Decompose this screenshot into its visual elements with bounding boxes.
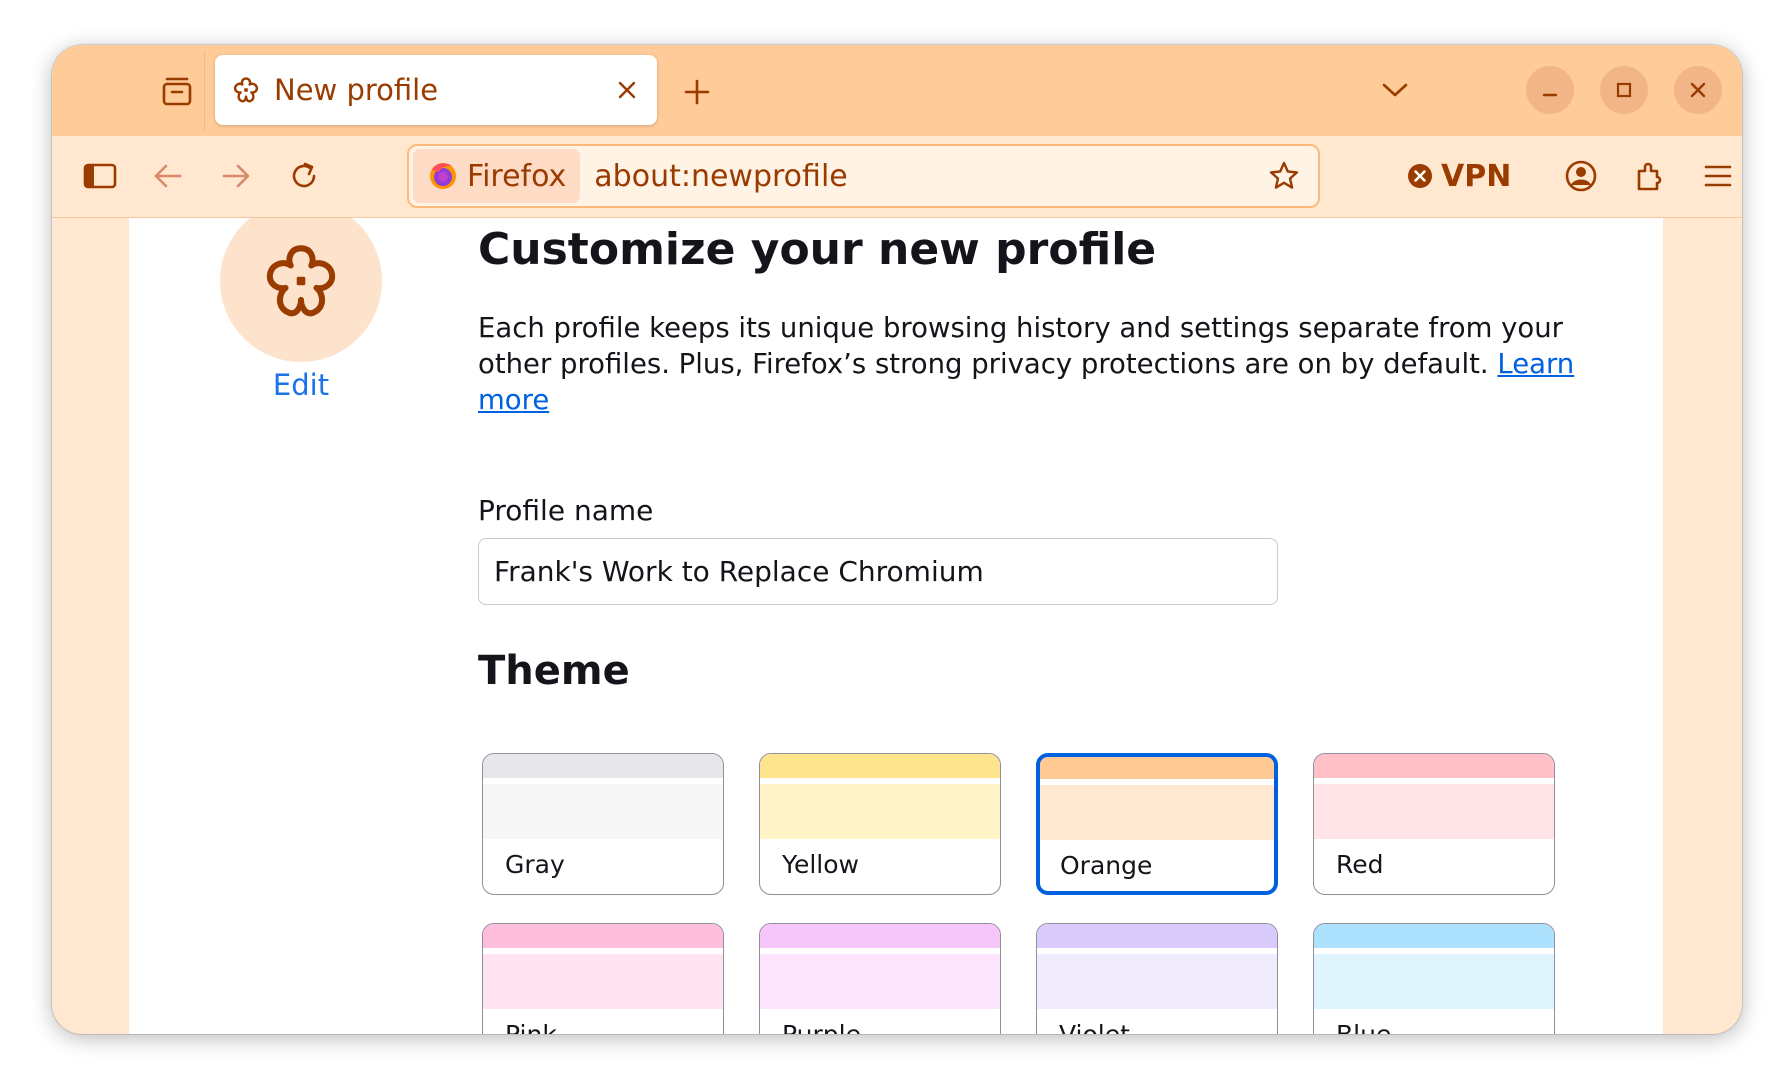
- close-icon[interactable]: [605, 68, 649, 112]
- theme-swatch-label: Purple: [782, 1020, 861, 1034]
- vpn-label: VPN: [1441, 158, 1512, 194]
- theme-swatch-label: Gray: [505, 850, 565, 879]
- hamburger-menu-icon[interactable]: [1692, 150, 1742, 202]
- theme-swatch-purple[interactable]: Purple: [759, 923, 1001, 1034]
- firefox-logo-icon: [430, 163, 456, 189]
- theme-frame-preview: [483, 754, 723, 778]
- navigation-toolbar: Firefox about:newprofile VPN: [52, 136, 1742, 218]
- sidebar-icon[interactable]: [74, 150, 126, 202]
- edit-avatar-link[interactable]: Edit: [230, 368, 372, 402]
- flower-icon: [230, 74, 262, 106]
- url-input[interactable]: about:newprofile: [594, 159, 1260, 194]
- theme-frame-preview: [1037, 924, 1277, 948]
- theme-swatch-label: Violet: [1059, 1020, 1130, 1034]
- theme-swatch-gray[interactable]: Gray: [482, 753, 724, 895]
- forward-arrow-icon[interactable]: [210, 150, 262, 202]
- description-text: Each profile keeps its unique browsing h…: [478, 312, 1563, 380]
- page-content: Edit Customize your new profile Each pro…: [129, 218, 1663, 1034]
- star-icon[interactable]: [1260, 152, 1308, 200]
- theme-swatch-red[interactable]: Red: [1313, 753, 1555, 895]
- chevron-down-icon[interactable]: [1370, 67, 1420, 113]
- tab-strip: New profile: [52, 45, 1742, 136]
- theme-toolbar-preview: [483, 784, 723, 839]
- identity-label: Firefox: [467, 158, 567, 194]
- back-arrow-icon[interactable]: [142, 150, 194, 202]
- theme-swatch-blue[interactable]: Blue: [1313, 923, 1555, 1034]
- theme-toolbar-preview: [483, 954, 723, 1009]
- theme-toolbar-preview: [1040, 785, 1274, 840]
- plus-icon[interactable]: [672, 67, 722, 117]
- identity-box[interactable]: Firefox: [413, 149, 581, 203]
- theme-frame-preview: [483, 924, 723, 948]
- theme-swatch-label: Yellow: [782, 850, 859, 879]
- vpn-off-icon: [1408, 164, 1432, 188]
- theme-frame-preview: [760, 924, 1000, 948]
- flower-icon: [266, 245, 336, 317]
- page-description: Each profile keeps its unique browsing h…: [478, 310, 1578, 418]
- theme-toolbar-preview: [760, 954, 1000, 1009]
- theme-toolbar-preview: [760, 784, 1000, 839]
- tab-overview-icon[interactable]: [147, 68, 207, 114]
- account-icon[interactable]: [1555, 150, 1607, 202]
- tab-new-profile[interactable]: New profile: [215, 55, 657, 125]
- theme-toolbar-preview: [1314, 954, 1554, 1009]
- tab-separator: [204, 51, 205, 131]
- theme-toolbar-preview: [1314, 784, 1554, 839]
- tab-title: New profile: [274, 73, 439, 107]
- avatar[interactable]: [220, 218, 382, 362]
- reload-icon[interactable]: [278, 150, 330, 202]
- theme-frame-preview: [1314, 754, 1554, 778]
- vpn-button[interactable]: VPN: [1407, 154, 1511, 198]
- close-icon[interactable]: [1674, 66, 1722, 114]
- profile-name-input[interactable]: [478, 538, 1278, 605]
- url-bar[interactable]: Firefox about:newprofile: [407, 144, 1320, 208]
- theme-swatch-orange[interactable]: Orange: [1036, 753, 1278, 895]
- theme-swatch-yellow[interactable]: Yellow: [759, 753, 1001, 895]
- theme-frame-preview: [1314, 924, 1554, 948]
- browser-window: New profile Firefox about:newprofile VPN…: [52, 45, 1742, 1034]
- theme-frame-preview: [760, 754, 1000, 778]
- minimize-icon[interactable]: [1526, 66, 1574, 114]
- page-title: Customize your new profile: [478, 224, 1157, 275]
- theme-swatch-violet[interactable]: Violet: [1036, 923, 1278, 1034]
- theme-swatch-label: Red: [1336, 850, 1384, 879]
- theme-toolbar-preview: [1037, 954, 1277, 1009]
- maximize-icon[interactable]: [1600, 66, 1648, 114]
- profile-name-label: Profile name: [478, 494, 654, 527]
- theme-swatch-label: Blue: [1336, 1020, 1391, 1034]
- theme-heading: Theme: [478, 648, 630, 694]
- theme-swatch-label: Pink: [505, 1020, 557, 1034]
- theme-swatch-pink[interactable]: Pink: [482, 923, 724, 1034]
- theme-frame-preview: [1040, 757, 1274, 779]
- theme-swatch-label: Orange: [1060, 851, 1153, 880]
- puzzle-icon[interactable]: [1624, 150, 1676, 202]
